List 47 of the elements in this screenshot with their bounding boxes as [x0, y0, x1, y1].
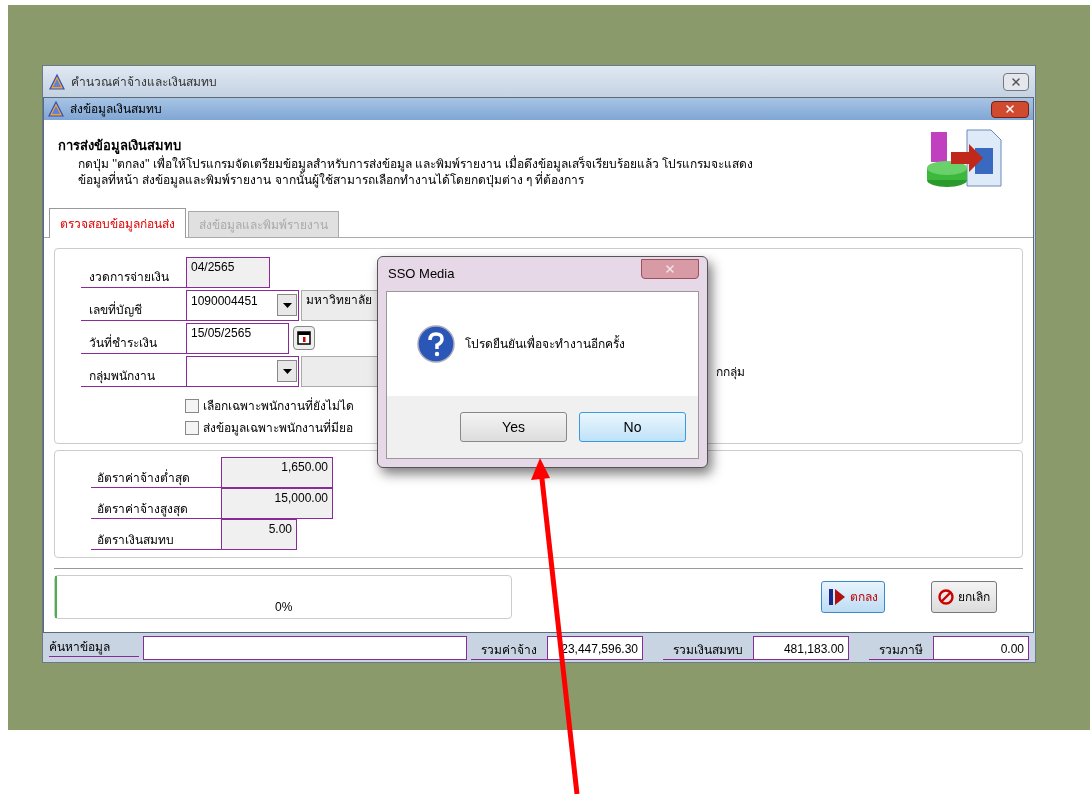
total-field: 0.00 — [933, 635, 1029, 660]
dialog-button[interactable]: Yes — [460, 412, 567, 442]
dialog-message: โปรดยืนยันเพื่อจะทำงานอีกครั้ง — [465, 335, 625, 353]
description-text: กดปุ่ม ''ตกลง'' เพื่อให้โปรแกรมจัดเตรียมข้อมูลสำหรับการส่งข้อมูล และพิมพ์รายงาน เมื่อดึงข้อมูลเสร็จเรียบร้อยแล้ว โปรแกรมจะแสดง — [77, 155, 754, 172]
tab[interactable]: ตรวจสอบข้อมูลก่อนส่ง — [49, 208, 186, 238]
checkbox[interactable] — [185, 399, 199, 413]
close-button[interactable] — [1003, 72, 1029, 91]
option-text: กกลุ่ม — [716, 364, 745, 381]
dropdown-field[interactable]: 1090004451 — [186, 290, 299, 321]
rate-field: 15,000.00 — [221, 488, 333, 519]
ok-button[interactable]: ตกลง — [821, 581, 885, 613]
close-icon — [664, 263, 676, 275]
period-field[interactable]: 04/2565 — [186, 257, 270, 288]
app-logo-icon — [48, 101, 64, 117]
checkbox-label: ส่งข้อมูลเฉพาะพนักงานที่มียอ — [203, 419, 353, 437]
search-label: ค้นหาข้อมูล — [49, 638, 140, 657]
calendar-icon — [297, 331, 311, 345]
dropdown-button[interactable] — [277, 294, 297, 316]
section-heading: การส่งข้อมูลเงินสมทบ — [58, 137, 182, 155]
search-field[interactable] — [143, 635, 467, 660]
dialog-button[interactable]: No — [579, 412, 686, 442]
checkbox-label: เลือกเฉพาะพนักงานที่ยังไม่ได — [203, 397, 354, 415]
description-text: ข้อมูลที่หน้า ส่งข้อมูลและพิมพ์รายงาน จากนั้นผู้ใช้สามารถเลือกทำงานได้โดยกดปุ่มต่าง ๆ ที่ต้องการ — [77, 171, 585, 188]
rate-field: 1,650.00 — [221, 457, 333, 488]
window-title: ส่งข้อมูลเงินสมทบ — [70, 101, 163, 118]
window-title: คำนวณค่าจ้างและเงินสมทบ — [71, 73, 218, 91]
play-icon — [828, 588, 846, 606]
calendar-button[interactable] — [293, 326, 315, 350]
caret-icon — [282, 302, 292, 308]
close-button[interactable] — [991, 100, 1029, 118]
rate-field: 5.00 — [221, 519, 297, 550]
checkbox[interactable] — [185, 421, 199, 435]
close-button[interactable] — [641, 259, 699, 279]
total-field: 481,183.00 — [753, 635, 849, 660]
close-icon — [1004, 103, 1016, 115]
date-field[interactable]: 15/05/2565 — [186, 323, 289, 354]
dropdown-button[interactable] — [277, 360, 297, 382]
dropdown-field[interactable] — [186, 356, 299, 387]
caret-icon — [282, 368, 292, 374]
cancel-button[interactable]: ยกเลิก — [931, 581, 997, 613]
total-field: 23,447,596.30 — [547, 635, 643, 660]
dialog-title: SSO Media — [387, 265, 455, 284]
prohibited-icon — [938, 589, 954, 605]
app-logo-icon — [49, 73, 65, 90]
close-icon — [1010, 75, 1022, 88]
progress-text: 0% — [275, 599, 293, 616]
question-icon — [417, 325, 455, 363]
